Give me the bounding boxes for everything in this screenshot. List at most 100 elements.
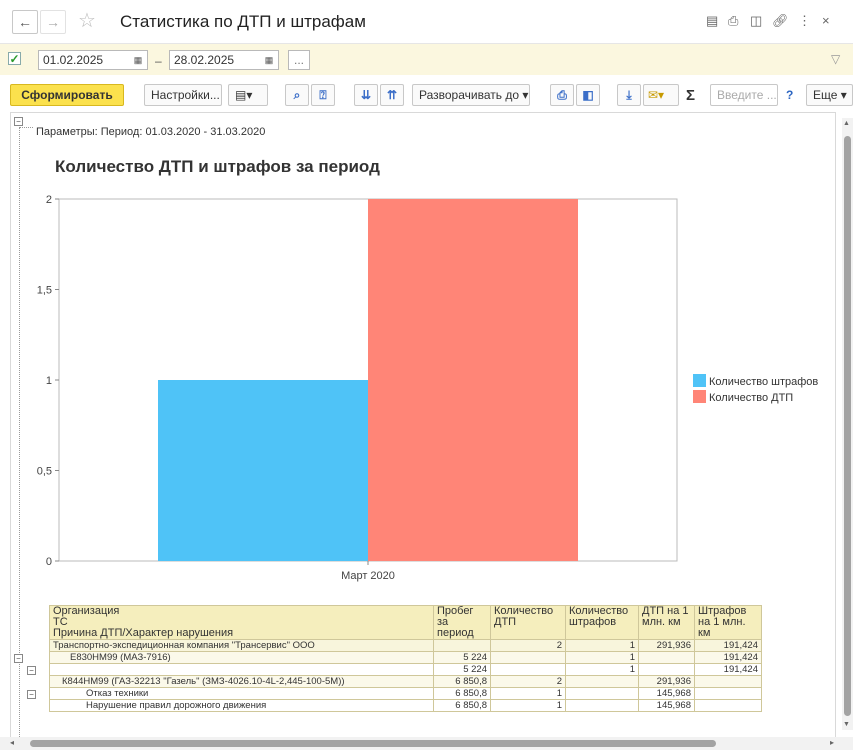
calendar-icon[interactable]: ▦: [131, 53, 145, 67]
row-fines-per-mln: [694, 675, 762, 688]
sort-asc-button[interactable]: ⇊: [354, 84, 378, 106]
row-acc-per-mln: [638, 651, 695, 664]
search-clear-button[interactable]: ⍰: [311, 84, 335, 106]
row-fines: [565, 699, 639, 712]
vertical-scrollbar[interactable]: ▲ ▼: [842, 118, 853, 730]
header-fines-per-mln: Штрафов на 1 млн. км: [694, 605, 762, 640]
collapse-icon[interactable]: −: [27, 690, 36, 699]
row-fines-per-mln: [694, 687, 762, 700]
close-icon[interactable]: ×: [822, 13, 830, 28]
x-tick-label: Март 2020: [341, 570, 395, 582]
row-name: Нарушение правил дорожного движения: [49, 699, 434, 712]
print-icon[interactable]: ⎙: [728, 13, 738, 29]
scroll-thumb[interactable]: [844, 136, 851, 716]
header-accidents: Количество ДТП: [490, 605, 566, 640]
row-acc-per-mln: [638, 663, 695, 676]
favorite-star-icon[interactable]: ☆: [78, 8, 96, 33]
more-label: Еще: [813, 88, 838, 102]
row-fines: [565, 675, 639, 688]
print-button[interactable]: ⎙: [550, 84, 574, 106]
row-accidents: 1: [490, 699, 566, 712]
sum-button[interactable]: Σ: [686, 87, 695, 104]
row-acc-per-mln: 145,968: [638, 699, 695, 712]
variants-button[interactable]: ▤▾: [228, 84, 268, 106]
group-line: [19, 127, 20, 737]
collapse-icon[interactable]: −: [14, 654, 23, 663]
row-mileage: 6 850,8: [433, 687, 491, 700]
header-fines: Количество штрафов: [565, 605, 639, 640]
search-input[interactable]: Введите ...: [710, 84, 778, 106]
row-mileage: 6 850,8: [433, 699, 491, 712]
calendar-icon[interactable]: ▦: [262, 53, 276, 67]
table-header-row: Организация Пробег за период Количество …: [49, 605, 762, 640]
search-clear-icon: ⍰: [319, 88, 327, 102]
forward-button[interactable]: →: [40, 10, 66, 34]
legend-swatch: [693, 390, 706, 403]
legend-swatch: [693, 374, 706, 387]
row-accidents: [490, 651, 566, 664]
row-accidents: 2: [490, 639, 566, 652]
search-button[interactable]: ⌕: [285, 84, 309, 106]
settings-button[interactable]: Настройки...: [144, 84, 222, 106]
header-acc-per-mln: ДТП на 1 млн. км: [638, 605, 695, 640]
scroll-up-icon[interactable]: ▲: [843, 120, 850, 127]
chevron-down-icon: ▾: [522, 88, 529, 102]
scroll-right-icon[interactable]: ▸: [830, 738, 834, 747]
row-name: Е830НМ99 (МАЗ-7916): [49, 651, 434, 664]
date-from-field[interactable]: 01.02.2025 ▦: [38, 50, 148, 70]
sort-asc-icon: ⇊: [360, 88, 372, 102]
table-row[interactable]: Отказ техники 6 850,8 1 145,968: [49, 687, 762, 700]
generate-button[interactable]: Сформировать: [10, 84, 124, 106]
send-email-button[interactable]: ✉▾: [643, 84, 679, 106]
collapse-icon[interactable]: −: [14, 117, 23, 126]
group-line: [19, 127, 33, 128]
table-row[interactable]: Е830НМ99 (МАЗ-7916) 5 224 1 191,424: [49, 651, 762, 664]
period-enabled-checkbox[interactable]: ✓: [8, 52, 21, 65]
report-params: Параметры: Период: 01.03.2020 - 31.03.20…: [36, 126, 266, 138]
date-separator: –: [155, 54, 162, 68]
preview-icon[interactable]: ◫: [750, 13, 762, 29]
filter-icon[interactable]: ▽: [831, 52, 840, 66]
collapse-icon[interactable]: −: [27, 666, 36, 675]
scroll-left-icon[interactable]: ◂: [10, 738, 14, 747]
more-vert-icon[interactable]: ⋮: [798, 13, 811, 29]
row-acc-per-mln: 291,936: [638, 675, 695, 688]
period-more-button[interactable]: ...: [288, 50, 310, 70]
scroll-down-icon[interactable]: ▼: [843, 721, 850, 728]
row-accidents: [490, 663, 566, 676]
table-row[interactable]: 5 224 1 191,424: [49, 663, 762, 676]
row-fines-per-mln: 191,424: [694, 651, 762, 664]
bar-accidents: [368, 199, 578, 561]
row-fines: 1: [565, 663, 639, 676]
help-button[interactable]: ?: [786, 88, 793, 102]
date-to-field[interactable]: 28.02.2025 ▦: [169, 50, 279, 70]
row-fines-per-mln: [694, 699, 762, 712]
row-fines: [565, 687, 639, 700]
report-variants-icon: ▤▾: [235, 88, 253, 102]
table-row[interactable]: Нарушение правил дорожного движения 6 85…: [49, 699, 762, 712]
row-acc-per-mln: 145,968: [638, 687, 695, 700]
save-icon[interactable]: ▤: [706, 13, 718, 29]
email-icon: ✉▾: [648, 88, 665, 102]
back-button[interactable]: ←: [12, 10, 38, 34]
row-accidents: 1: [490, 687, 566, 700]
table-row[interactable]: Транспортно-экспедиционная компания "Тра…: [49, 639, 762, 652]
save-button[interactable]: ⤓: [617, 84, 641, 106]
row-mileage: 5 224: [433, 651, 491, 664]
row-name: К844НМ99 (ГАЗ-32213 "Газель" (ЗМЗ-4026.1…: [49, 675, 434, 688]
data-table: Организация Пробег за период Количество …: [49, 605, 762, 712]
horizontal-scrollbar[interactable]: ◂ ▸: [0, 737, 853, 750]
link-icon[interactable]: 🔗︎: [772, 13, 789, 29]
row-fines: 1: [565, 639, 639, 652]
row-name: [49, 663, 434, 676]
preview-button[interactable]: ◧: [576, 84, 600, 106]
table-row[interactable]: К844НМ99 (ГАЗ-32213 "Газель" (ЗМЗ-4026.1…: [49, 675, 762, 688]
sort-desc-button[interactable]: ⇈: [380, 84, 404, 106]
row-fines-per-mln: 191,424: [694, 639, 762, 652]
row-name: Отказ техники: [49, 687, 434, 700]
print-icon: ⎙: [557, 88, 567, 102]
scroll-thumb[interactable]: [30, 740, 716, 747]
y-tick-label: 2: [46, 194, 52, 206]
more-button[interactable]: Еще ▾: [806, 84, 853, 106]
expand-to-button[interactable]: Разворачивать до ▾: [412, 84, 530, 106]
